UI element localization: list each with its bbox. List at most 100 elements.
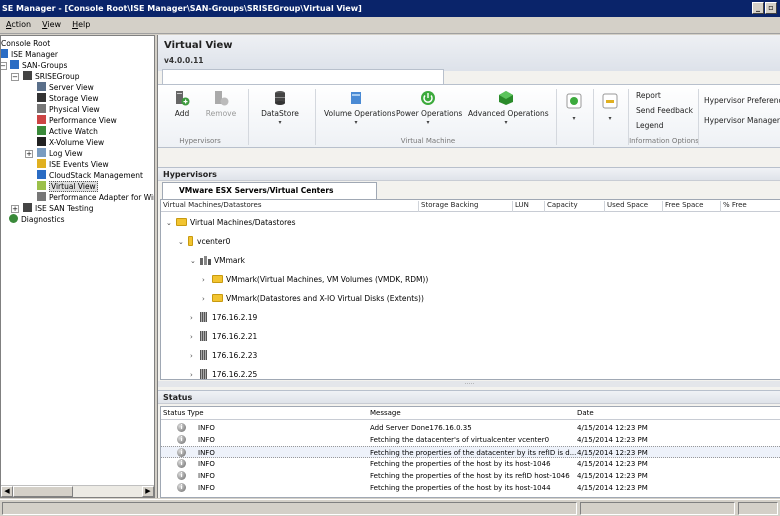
tree-performance-view[interactable]: Performance View xyxy=(37,115,117,126)
col-status-type[interactable]: Status Type xyxy=(163,409,204,417)
tree-row-datacenter[interactable]: ⌄ VMmark xyxy=(190,254,245,268)
power-icon xyxy=(421,91,435,105)
tree-ise-manager[interactable]: ISE Manager xyxy=(1,49,58,60)
report-link[interactable]: Report xyxy=(636,91,661,100)
col-capacity[interactable]: Capacity xyxy=(544,201,578,212)
col-virtual-machines[interactable]: Virtual Machines/Datastores xyxy=(161,201,261,212)
collapse-icon[interactable]: − xyxy=(1,62,7,70)
status-row[interactable]: i INFO Fetching the datacenter's of virt… xyxy=(161,434,780,446)
ribbon-separator xyxy=(556,89,557,145)
status-date: 4/15/2014 12:23 PM xyxy=(577,472,648,480)
ribbon-tab[interactable] xyxy=(162,69,444,85)
tree-console-root[interactable]: Console Root xyxy=(1,38,50,49)
hypervisor-preferences-link[interactable]: Hypervisor Preferences xyxy=(704,96,780,105)
tree-srisegroup[interactable]: SRISEGroup xyxy=(23,71,80,82)
expand-chevron-icon[interactable]: ⌄ xyxy=(190,254,200,268)
expand-chevron-icon[interactable]: › xyxy=(190,349,200,363)
advanced-operations-button[interactable]: Advanced Operations ▾ xyxy=(468,90,549,126)
collapse-icon[interactable]: − xyxy=(11,73,19,81)
status-message: Fetching the properties of the host by i… xyxy=(370,460,551,468)
tree-active-watch[interactable]: Active Watch xyxy=(37,126,98,137)
send-feedback-link[interactable]: Send Feedback xyxy=(636,106,693,115)
expand-chevron-icon[interactable]: › xyxy=(190,311,200,325)
expand-chevron-icon[interactable]: › xyxy=(190,330,200,344)
status-row[interactable]: i INFO Fetching the properties of the ho… xyxy=(161,482,780,494)
volume-operations-button[interactable]: Volume Operations ▾ xyxy=(324,90,396,126)
hypervisor-manager-link[interactable]: Hypervisor Manager xyxy=(704,116,780,125)
main-pane: Virtual View v4.0.0.11 Add Remove Hyperv… xyxy=(157,35,780,498)
panel-splitter[interactable]: ..... xyxy=(158,380,780,387)
expand-chevron-icon[interactable]: ⌄ xyxy=(178,235,188,249)
datastore-button[interactable]: DataStore ▾ xyxy=(258,90,302,126)
tree-row-root[interactable]: ⌄ Virtual Machines/Datastores xyxy=(166,216,296,230)
tree-row-host[interactable]: › 176.16.2.21 xyxy=(190,330,257,344)
tab-vmware-esx-servers[interactable]: VMware ESX Servers/Virtual Centers xyxy=(162,182,377,199)
power-operations-button[interactable]: Power Operations ▾ xyxy=(396,90,462,126)
adapter-icon xyxy=(37,192,46,201)
status-row[interactable]: i INFO Fetching the properties of the ho… xyxy=(161,470,780,482)
menu-view[interactable]: View xyxy=(36,17,66,29)
tree-storage-view[interactable]: Storage View xyxy=(37,93,99,104)
folder-icon xyxy=(212,294,223,302)
tree-log-view[interactable]: Log View xyxy=(37,148,83,159)
tree-row-vcenter[interactable]: ⌄ vcenter0 xyxy=(178,235,230,249)
datastore-label: DataStore xyxy=(261,109,299,118)
tree-row-host[interactable]: › 176.16.2.19 xyxy=(190,311,257,325)
status-row[interactable]: i INFO Fetching the properties of the ho… xyxy=(161,458,780,470)
add-button[interactable]: Add xyxy=(172,90,192,118)
tree-physical-view[interactable]: Physical View xyxy=(37,104,100,115)
expand-chevron-icon[interactable]: › xyxy=(190,368,200,379)
legend-link[interactable]: Legend xyxy=(636,121,664,130)
tree-row-host[interactable]: › 176.16.2.23 xyxy=(190,349,257,363)
expand-icon[interactable]: + xyxy=(11,205,19,213)
col-lun[interactable]: LUN xyxy=(512,201,529,212)
performance-icon xyxy=(37,115,46,124)
expand-chevron-icon[interactable]: › xyxy=(202,273,212,287)
expand-chevron-icon[interactable]: ⌄ xyxy=(166,216,176,230)
tree-label: SRISEGroup xyxy=(35,72,80,81)
san-groups-icon xyxy=(10,60,19,69)
tree-server-view[interactable]: Server View xyxy=(37,82,94,93)
status-bar-pane xyxy=(738,502,778,515)
tree-diagnostics[interactable]: Diagnostics xyxy=(9,214,65,225)
dropdown-icon: ▾ xyxy=(608,115,612,122)
info-icon: i xyxy=(177,448,186,457)
restore-button[interactable]: ▫ xyxy=(765,2,777,14)
col-storage-backing[interactable]: Storage Backing xyxy=(418,201,478,212)
remove-button[interactable]: Remove xyxy=(205,90,237,118)
tree-row-vmmark-datastores[interactable]: › VMmark(Datastores and X-IO Virtual Disk… xyxy=(202,292,424,306)
tree-cloudstack-management[interactable]: CloudStack Management xyxy=(37,170,143,181)
options-button[interactable]: ▾ xyxy=(598,93,622,122)
status-row[interactable]: i INFO Fetching the properties of the da… xyxy=(161,446,780,458)
scroll-left-icon[interactable]: ◀ xyxy=(1,486,13,497)
menu-help[interactable]: Help xyxy=(66,17,95,29)
col-message[interactable]: Message xyxy=(370,409,401,417)
tree-san-groups[interactable]: SAN-Groups xyxy=(10,60,67,71)
tree-ise-san-testing[interactable]: ISE SAN Testing xyxy=(23,203,94,214)
status-grid: Status Type Message Date i INFO Add Serv… xyxy=(160,406,780,498)
col-free-space[interactable]: Free Space xyxy=(662,201,703,212)
tree-row-host[interactable]: › 176.16.2.25 xyxy=(190,368,257,379)
col-percent-free[interactable]: % Free xyxy=(720,201,747,212)
tree-performance-adapter[interactable]: Performance Adapter for Windows xyxy=(37,192,154,203)
tree-horizontal-scrollbar[interactable]: ◀ ▶ xyxy=(1,485,154,497)
tree-x-volume-view[interactable]: X-Volume View xyxy=(37,137,104,148)
menu-action[interactable]: Action xyxy=(0,17,36,29)
status-date: 4/15/2014 12:23 PM xyxy=(577,460,648,468)
scroll-right-icon[interactable]: ▶ xyxy=(142,486,154,497)
status-date: 4/15/2014 12:23 PM xyxy=(577,436,648,444)
col-used-space[interactable]: Used Space xyxy=(604,201,648,212)
ribbon: Add Remove Hypervisors DataStore ▾ Volum… xyxy=(158,84,780,148)
tree-row-vmmark-vms[interactable]: › VMmark(Virtual Machines, VM Volumes (VM… xyxy=(202,273,428,287)
tree-ise-events-view[interactable]: ISE Events View xyxy=(37,159,109,170)
expand-chevron-icon[interactable]: › xyxy=(202,292,212,306)
tree-label: Log View xyxy=(49,149,83,158)
col-date[interactable]: Date xyxy=(577,409,594,417)
scroll-thumb[interactable] xyxy=(13,486,73,497)
minimize-button[interactable]: _ xyxy=(752,2,764,14)
storage-icon xyxy=(37,93,46,102)
tree-virtual-view[interactable]: Virtual View xyxy=(37,181,98,192)
expand-icon[interactable]: + xyxy=(25,150,33,158)
status-row[interactable]: i INFO Add Server Done176.16.0.35 4/15/2… xyxy=(161,422,780,434)
refresh-button[interactable]: ▾ xyxy=(562,93,586,122)
